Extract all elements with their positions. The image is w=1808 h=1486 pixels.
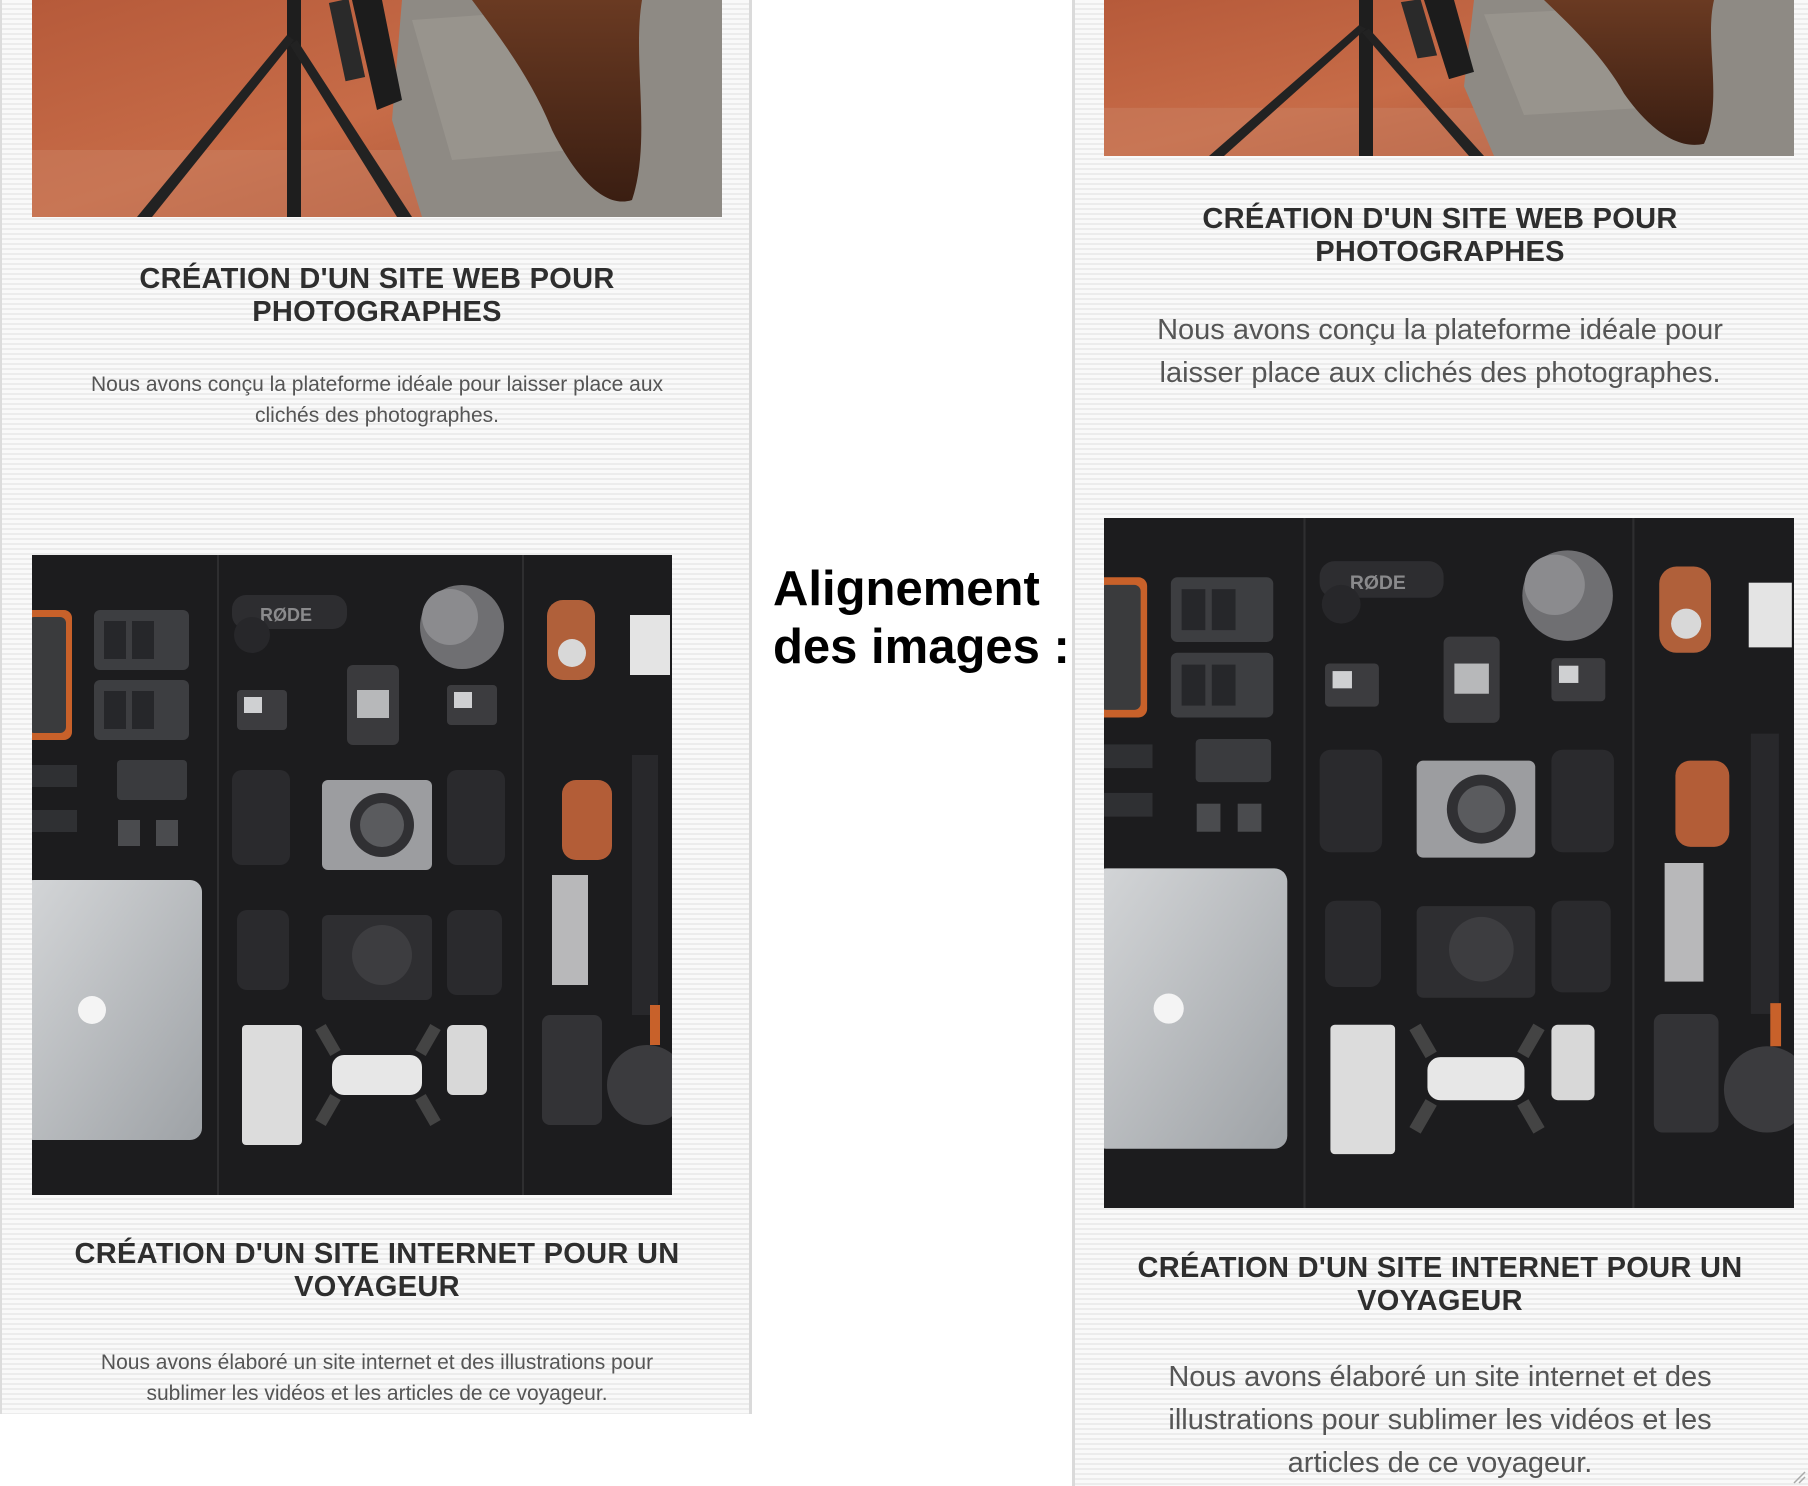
resize-grip-icon[interactable] — [1792, 1470, 1806, 1484]
project-description: Nous avons conçu la plateforme idéale po… — [1157, 314, 1723, 389]
photographer-image[interactable] — [1104, 0, 1794, 156]
project-title: CRÉATION D'UN SITE INTERNET POUR UN VOYA… — [74, 1238, 680, 1303]
svg-text:RØDE: RØDE — [260, 605, 312, 625]
project-title: CRÉATION D'UN SITE WEB POUR PHOTOGRAPHES — [1202, 203, 1678, 268]
alignment-label: Alignement des images : — [773, 562, 1070, 674]
gear-flatlay-image[interactable]: RØDE — [32, 555, 672, 1195]
left-column-panel: CRÉATION D'UN SITE WEB POUR PHOTOGRAPHES… — [0, 0, 752, 1414]
project-description: Nous avons conçu la plateforme idéale po… — [91, 373, 663, 427]
photographer-image[interactable] — [32, 0, 722, 217]
project-description: Nous avons élaboré un site internet et d… — [1168, 1361, 1712, 1479]
project-title: CRÉATION D'UN SITE WEB POUR PHOTOGRAPHES — [139, 263, 615, 328]
project-title: CRÉATION D'UN SITE INTERNET POUR UN VOYA… — [1137, 1252, 1743, 1317]
project-description: Nous avons élaboré un site internet et d… — [100, 1351, 654, 1405]
right-column-panel: CRÉATION D'UN SITE WEB POUR PHOTOGRAPHES… — [1072, 0, 1808, 1486]
svg-text:RØDE: RØDE — [1350, 572, 1406, 594]
gear-flatlay-image[interactable]: RØDE — [1104, 518, 1794, 1208]
